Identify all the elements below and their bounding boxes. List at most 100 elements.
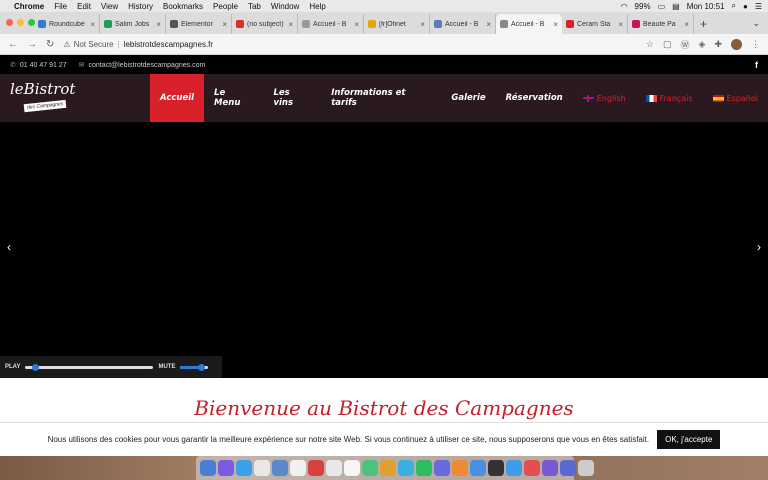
tab-close-icon[interactable]: × bbox=[420, 20, 425, 29]
browser-tab[interactable]: Beaute Pa × bbox=[628, 14, 694, 34]
dock-app-icon[interactable] bbox=[236, 460, 252, 476]
tab-close-icon[interactable]: × bbox=[90, 20, 95, 29]
nav-item-galerie[interactable]: Galerie bbox=[441, 74, 495, 122]
tab-close-icon[interactable]: × bbox=[222, 20, 227, 29]
tab-close-icon[interactable]: × bbox=[553, 20, 558, 29]
tab-close-icon[interactable]: × bbox=[354, 20, 359, 29]
nav-item-le-menu[interactable]: Le Menu bbox=[204, 74, 263, 122]
menubar-bookmarks[interactable]: Bookmarks bbox=[163, 2, 203, 11]
cookie-accept-button[interactable]: OK, j'accepte bbox=[657, 430, 721, 449]
dock-app-icon[interactable] bbox=[326, 460, 342, 476]
progress-slider[interactable] bbox=[25, 363, 154, 371]
dock-app-icon[interactable] bbox=[416, 460, 432, 476]
zoom-window-button[interactable] bbox=[28, 19, 35, 26]
facebook-icon[interactable]: f bbox=[755, 60, 758, 70]
warning-icon[interactable]: ⚠ bbox=[63, 40, 70, 49]
menubar-view[interactable]: View bbox=[101, 2, 118, 11]
dock-app-icon[interactable] bbox=[524, 460, 540, 476]
tab-search-icon[interactable]: ⌄ bbox=[752, 18, 760, 29]
email-contact[interactable]: ✉ contact@lebistrotdescampagnes.com bbox=[79, 61, 206, 70]
browser-tab[interactable]: [fr]Ofinet × bbox=[364, 14, 430, 34]
dock-app-icon[interactable] bbox=[380, 460, 396, 476]
dock-app-icon[interactable] bbox=[434, 460, 450, 476]
dock-app-icon[interactable] bbox=[200, 460, 216, 476]
tab-close-icon[interactable]: × bbox=[486, 20, 491, 29]
browser-tab[interactable]: Elementor × bbox=[166, 14, 232, 34]
play-button[interactable]: PLAY bbox=[5, 364, 20, 370]
reload-button[interactable]: ↻ bbox=[46, 39, 54, 50]
dock-app-icon[interactable] bbox=[362, 460, 378, 476]
dock-app-icon[interactable] bbox=[488, 460, 504, 476]
lang-espanol[interactable]: Español bbox=[703, 74, 768, 122]
shield-extension-icon[interactable]: ◈ bbox=[699, 39, 706, 50]
close-window-button[interactable] bbox=[6, 19, 13, 26]
menubar-file[interactable]: File bbox=[54, 2, 67, 11]
dock-app-icon[interactable] bbox=[308, 460, 324, 476]
slider-prev-arrow-icon[interactable]: ‹ bbox=[7, 240, 11, 254]
clock[interactable]: Mon 10:51 bbox=[687, 2, 725, 11]
mute-button[interactable]: MUTE bbox=[158, 364, 175, 370]
tab-close-icon[interactable]: × bbox=[618, 20, 623, 29]
dock-app-icon[interactable] bbox=[218, 460, 234, 476]
dock-app-icon[interactable] bbox=[272, 460, 288, 476]
tab-close-icon[interactable]: × bbox=[288, 20, 293, 29]
menubar-tab[interactable]: Tab bbox=[248, 2, 261, 11]
volume-slider[interactable] bbox=[180, 363, 209, 371]
flag-icon[interactable]: ▤ bbox=[672, 2, 680, 11]
video-slider[interactable]: ‹ › PLAY MUTE bbox=[0, 122, 768, 378]
browser-tab[interactable]: Roundcube × bbox=[34, 14, 100, 34]
tab-close-icon[interactable]: × bbox=[156, 20, 161, 29]
bookmark-star-icon[interactable]: ☆ bbox=[646, 39, 654, 50]
volume-knob[interactable] bbox=[198, 363, 206, 371]
menubar-help[interactable]: Help bbox=[309, 2, 325, 11]
lang-francais[interactable]: Français bbox=[636, 74, 703, 122]
omnibox[interactable]: ⚠ Not Secure | lebistrotdescampagnes.fr bbox=[63, 37, 646, 52]
slider-next-arrow-icon[interactable]: › bbox=[757, 240, 761, 254]
new-tab-button[interactable]: + bbox=[700, 14, 707, 34]
kebab-menu-icon[interactable]: ⋮ bbox=[751, 39, 760, 50]
browser-tab[interactable]: (no subject) × bbox=[232, 14, 298, 34]
browser-tab[interactable]: Accueil - B × bbox=[496, 14, 562, 34]
menubar-history[interactable]: History bbox=[128, 2, 153, 11]
user-icon[interactable]: ● bbox=[743, 2, 748, 11]
nav-item-les-vins[interactable]: Les vins bbox=[263, 74, 321, 122]
control-center-icon[interactable]: ☰ bbox=[755, 2, 762, 11]
browser-tab[interactable]: Salim Jobs × bbox=[100, 14, 166, 34]
dock-app-icon[interactable] bbox=[542, 460, 558, 476]
phone-contact[interactable]: ✆ 01 40 47 91 27 bbox=[10, 61, 67, 70]
security-label[interactable]: Not Secure bbox=[74, 40, 114, 49]
nav-item-accueil[interactable]: Accueil bbox=[150, 74, 205, 122]
battery-icon[interactable]: ▭ bbox=[658, 2, 666, 11]
wifi-icon[interactable]: ◠ bbox=[621, 2, 628, 11]
dock-app-icon[interactable] bbox=[560, 460, 576, 476]
puzzle-extensions-icon[interactable]: ✚ bbox=[714, 39, 722, 50]
menubar-app-name[interactable]: Chrome bbox=[14, 2, 44, 11]
spotlight-icon[interactable]: ⌕ bbox=[732, 1, 736, 11]
browser-tab[interactable]: Accueil - B × bbox=[430, 14, 496, 34]
wordpress-extension-icon[interactable]: Ⓦ bbox=[681, 38, 690, 51]
menubar-people[interactable]: People bbox=[213, 2, 238, 11]
back-button[interactable]: ← bbox=[8, 39, 18, 50]
nav-item-informations[interactable]: Informations et tarifs bbox=[321, 74, 441, 122]
dock-app-icon[interactable] bbox=[398, 460, 414, 476]
dock-app-icon[interactable] bbox=[254, 460, 270, 476]
url-text[interactable]: lebistrotdescampagnes.fr bbox=[124, 40, 213, 49]
menubar-window[interactable]: Window bbox=[271, 2, 299, 11]
profile-avatar[interactable] bbox=[731, 38, 742, 50]
dock-app-icon[interactable] bbox=[578, 460, 594, 476]
site-logo[interactable]: leBistrot des Campagnes bbox=[10, 80, 80, 118]
dock-app-icon[interactable] bbox=[290, 460, 306, 476]
minimize-window-button[interactable] bbox=[17, 19, 24, 26]
menubar-edit[interactable]: Edit bbox=[77, 2, 91, 11]
browser-tab[interactable]: Accueil - B × bbox=[298, 14, 364, 34]
lang-english[interactable]: English bbox=[573, 74, 636, 122]
dock-app-icon[interactable] bbox=[344, 460, 360, 476]
browser-tab[interactable]: Ceram Sta × bbox=[562, 14, 628, 34]
extension-icon[interactable]: ▢ bbox=[663, 39, 672, 50]
dock-app-icon[interactable] bbox=[470, 460, 486, 476]
nav-item-reservation[interactable]: Réservation bbox=[496, 74, 573, 122]
forward-button[interactable]: → bbox=[27, 39, 37, 50]
dock-app-icon[interactable] bbox=[452, 460, 468, 476]
tab-close-icon[interactable]: × bbox=[684, 20, 689, 29]
dock-app-icon[interactable] bbox=[506, 460, 522, 476]
